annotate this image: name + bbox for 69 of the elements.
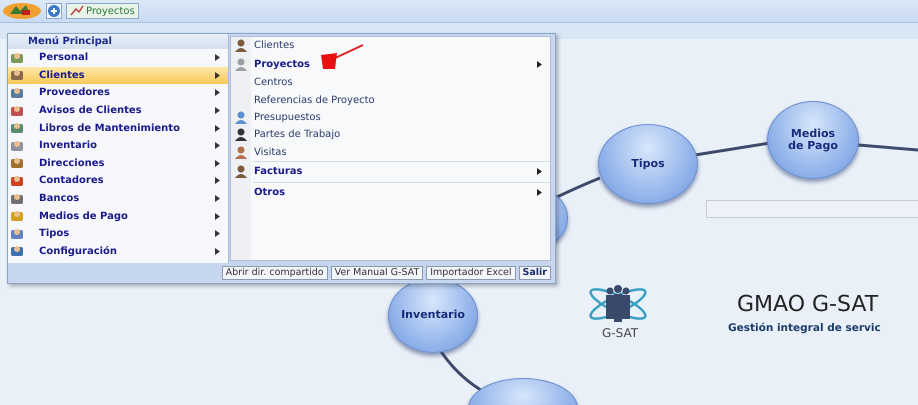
add-button[interactable]	[46, 3, 62, 19]
menu-item[interactable]: Tipos	[8, 224, 228, 243]
person-icon	[234, 146, 248, 159]
submenu-arrow-icon	[215, 212, 220, 220]
menu-item[interactable]: Contadores	[8, 172, 228, 190]
menu-item[interactable]: Medios de Pago	[8, 207, 228, 225]
diagram-node[interactable]: Medios de Pago	[767, 101, 859, 179]
menu-item-icon	[10, 52, 24, 64]
text-field[interactable]	[706, 200, 918, 218]
footer-button[interactable]: Importador Excel	[426, 266, 516, 280]
submenu-arrow-icon	[215, 248, 220, 255]
menu-item-icon	[10, 140, 24, 152]
menu-item[interactable]: Libros de Mantenimiento	[8, 119, 228, 137]
submenu-arrow-icon	[215, 89, 220, 96]
logo-text: G-SAT	[602, 326, 638, 340]
submenu-arrow-icon	[215, 124, 220, 132]
submenu-item[interactable]: Facturas	[231, 162, 550, 182]
menu-item-icon	[10, 245, 24, 258]
menu-item[interactable]: Avisos de Clientes	[8, 102, 228, 120]
footer-button[interactable]: Ver Manual G-SAT	[330, 266, 424, 280]
line-chart-icon	[70, 5, 84, 17]
person-icon	[234, 58, 248, 71]
submenu-arrow-icon	[215, 107, 220, 114]
app-menu-orb-icon[interactable]	[2, 2, 42, 20]
submenu-arrow-icon	[537, 168, 542, 176]
menu-item[interactable]: Proveedores	[8, 84, 228, 102]
menu-item-icon	[10, 69, 24, 82]
diagram-node[interactable]: Tipos	[598, 124, 698, 204]
app-subtitle: Gestión integral de servic	[728, 322, 881, 334]
menu-item-icon	[10, 86, 24, 99]
app-title: GMAO G-SAT	[737, 292, 878, 317]
menu-item-icon	[10, 104, 24, 117]
menu-item[interactable]: Personal	[8, 49, 228, 67]
menu-item-icon	[10, 174, 24, 187]
submenu-arrow-icon	[215, 230, 220, 238]
submenu-item[interactable]: Proyectos	[231, 54, 550, 74]
menu-item[interactable]: Configuración	[8, 242, 228, 260]
document-tab[interactable]: Proyectos	[66, 3, 139, 19]
submenu-item[interactable]: Otros	[231, 182, 550, 203]
menu-item[interactable]: Inventario	[8, 136, 228, 155]
submenu-item[interactable]: Referencias de Proyecto	[231, 92, 550, 109]
footer-button[interactable]: Abrir dir. compartido	[222, 266, 328, 280]
person-icon	[234, 128, 248, 142]
submenu-item[interactable]: Visitas	[231, 143, 550, 161]
person-icon	[234, 39, 248, 52]
submenu-arrow-icon	[215, 177, 220, 184]
submenu-arrow-icon	[215, 160, 220, 167]
menu-item-icon	[10, 122, 24, 134]
submenu-item[interactable]: Clientes	[231, 37, 550, 54]
submenu-item[interactable]: Presupuestos	[231, 108, 550, 126]
menu-item-icon	[10, 192, 24, 205]
menu-item[interactable]: Direcciones	[8, 154, 228, 172]
submenu-arrow-icon	[537, 189, 542, 196]
submenu-item[interactable]: Partes de Trabajo	[231, 126, 550, 144]
menu-item[interactable]: Clientes	[8, 66, 228, 84]
menu-item-icon	[10, 228, 24, 240]
person-icon	[234, 111, 248, 124]
menu-title: Menú Principal	[8, 34, 228, 49]
submenu-arrow-icon	[537, 60, 542, 68]
submenu-arrow-icon	[215, 54, 220, 62]
footer-button[interactable]: Salir	[518, 266, 551, 280]
person-icon	[234, 165, 248, 178]
menu-item-icon	[10, 210, 24, 222]
submenu-item[interactable]: Centros	[231, 74, 550, 92]
menu-item-icon	[10, 157, 24, 170]
submenu-arrow-icon	[215, 142, 220, 150]
menu-item[interactable]: Bancos	[8, 190, 228, 208]
submenu-arrow-icon	[215, 195, 220, 202]
submenu-arrow-icon	[215, 72, 220, 79]
